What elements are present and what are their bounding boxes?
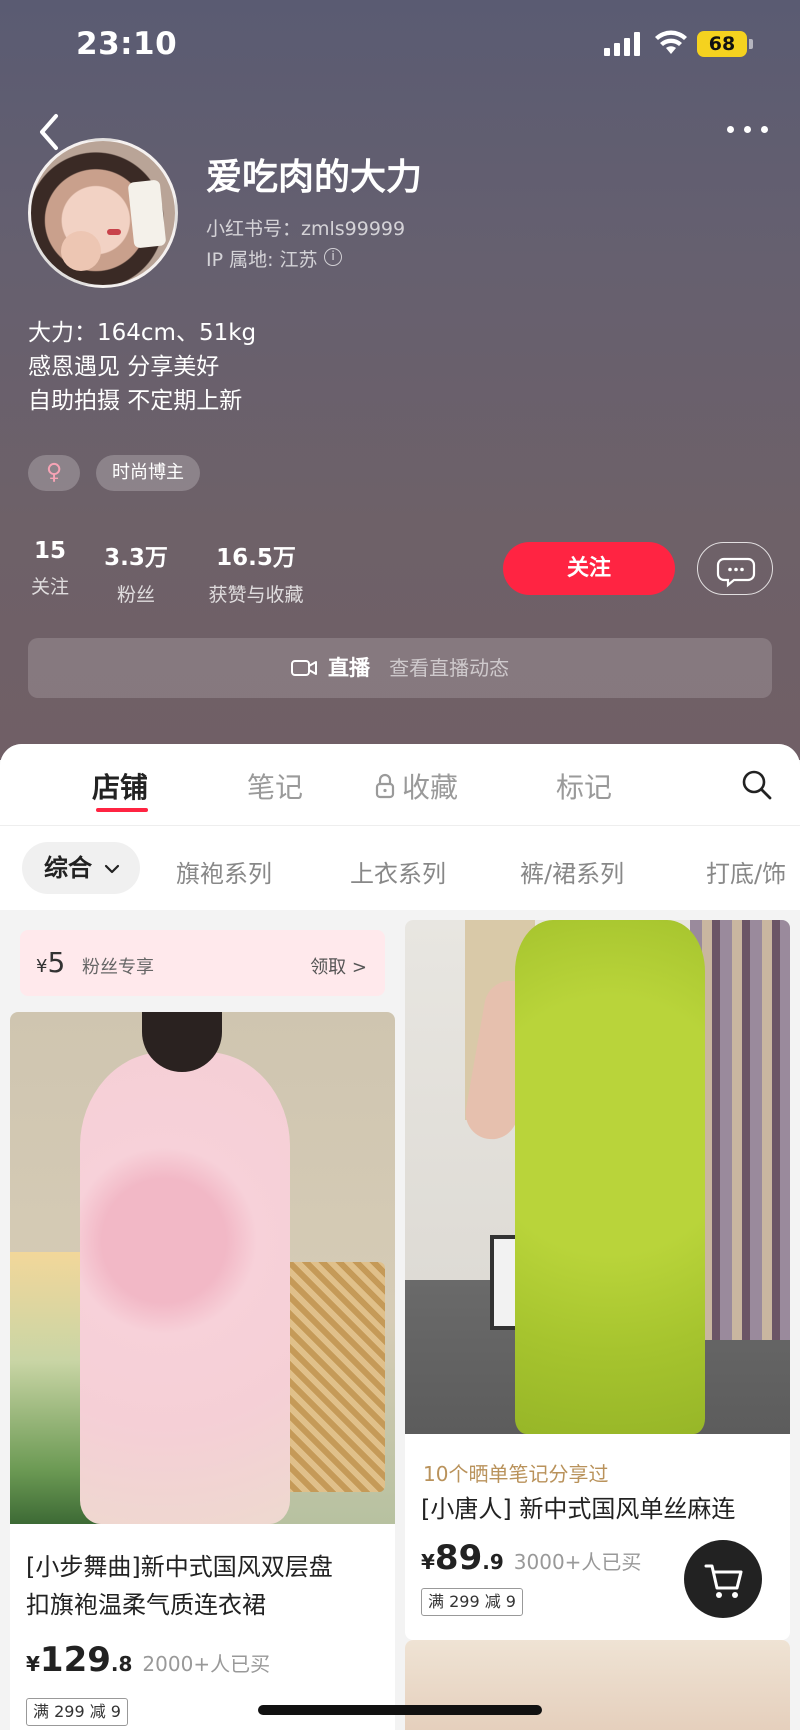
product-price-row: ¥129.8 2000+人已买 [26,1640,270,1680]
content-panel: 店铺 笔记 收藏 标记 综合 旗袍系列 上衣系列 裤/裙系列 打底/饰 ¥5 粉… [0,744,800,1730]
avatar[interactable] [28,138,178,288]
product-title: [小步舞曲]新中式国风双层盘 扣旗袍温柔气质连衣裙 [26,1548,333,1624]
note-share-hint: 10个晒单笔记分享过 [423,1462,609,1486]
product-image [10,1012,395,1524]
coupon-card[interactable]: ¥5 粉丝专享 领取 > [20,930,385,996]
tab-marks[interactable]: 标记 [556,766,612,806]
product-title-line: [小唐人] 新中式国风单丝麻连 [421,1495,736,1523]
info-icon[interactable]: i [324,248,342,266]
video-camera-icon [290,660,317,676]
bio-line: 感恩遇见 分享美好 [28,354,220,380]
status-time: 23:10 [76,26,178,62]
stat-value: 3.3万 [104,545,168,571]
profile-tag: 时尚博主 [96,455,200,491]
stat-label: 获赞与收藏 [208,584,304,606]
filter-sort-dropdown[interactable]: 综合 [22,842,140,894]
filter-active-label: 综合 [44,854,92,882]
search-icon[interactable] [740,768,774,802]
price-currency: ¥ [26,1652,40,1676]
tab-collections[interactable]: 收藏 [402,766,458,806]
message-button[interactable] [697,542,773,595]
price-currency: ¥ [421,1550,435,1574]
stat-likes-collects[interactable]: 16.5万 获赞与收藏 [202,538,310,607]
filter-pants-skirts[interactable]: 裤/裙系列 [520,854,624,889]
signal-icon [604,32,640,56]
filter-bar: 综合 旗袍系列 上衣系列 裤/裙系列 打底/饰 [0,826,800,910]
bio-line: 大力：164cm、51kg [28,320,257,346]
filter-qipao[interactable]: 旗袍系列 [176,854,272,889]
bio-line: 自助拍摄 不定期上新 [28,388,243,414]
promo-tag: 满 299 减 9 [26,1698,128,1726]
tab-underline [96,808,148,812]
stat-value: 16.5万 [216,545,296,571]
product-title-line: [小步舞曲]新中式国风双层盘 [26,1553,333,1581]
profile-name: 爱吃肉的大力 [206,157,423,198]
battery-tip [749,39,753,49]
coupon-amount: ¥5 [36,946,65,979]
lock-icon [375,773,395,799]
coupon-desc: 粉丝专享 [82,957,154,978]
promo-tag: 满 299 减 9 [421,1588,523,1616]
live-bar[interactable]: 直播 查看直播动态 [28,638,772,698]
stat-following[interactable]: 15 关注 [28,538,72,599]
filter-tops[interactable]: 上衣系列 [350,854,446,889]
price-decimal: .8 [110,1652,133,1676]
live-title: 直播 [328,656,370,680]
stat-label: 关注 [30,576,69,598]
product-image [405,1640,790,1730]
profile-ip-location: IP 属地: 江苏 [206,249,318,271]
sold-count: 3000+人已买 [513,1550,642,1574]
stat-followers[interactable]: 3.3万 粉丝 [100,538,172,607]
price-integer: 129 [39,1640,111,1680]
tab-notes[interactable]: 笔记 [247,766,303,806]
profile-bio: 大力：164cm、51kg 感恩遇见 分享美好 自助拍摄 不定期上新 [28,316,256,418]
shopping-cart-icon [704,1564,743,1598]
product-card[interactable] [405,1640,790,1730]
chat-icon [716,557,756,588]
follow-button[interactable]: 关注 [503,542,675,595]
stat-label: 粉丝 [116,584,155,606]
product-title: [小唐人] 新中式国风单丝麻连 [421,1490,735,1528]
tab-shop[interactable]: 店铺 [92,766,148,806]
coupon-value: 5 [47,946,66,979]
product-card[interactable]: 10个晒单笔记分享过 [小唐人] 新中式国风单丝麻连 ¥89.9 3000+人已买… [405,920,790,1640]
sold-count: 2000+人已买 [142,1652,271,1676]
product-image [405,920,790,1434]
price-decimal: .9 [482,1550,504,1574]
female-icon: ♀ [28,455,80,491]
more-options-icon[interactable] [722,118,774,142]
wifi-icon [655,30,687,54]
chevron-down-icon [105,864,120,874]
filter-basics[interactable]: 打底/饰 [706,854,786,889]
product-card[interactable]: [小步舞曲]新中式国风双层盘 扣旗袍温柔气质连衣裙 ¥129.8 2000+人已买… [10,1012,395,1730]
coupon-claim[interactable]: 领取 > [310,953,367,979]
home-indicator [258,1705,542,1715]
product-price-row: ¥89.9 3000+人已买 [421,1538,641,1578]
stat-value: 15 [33,538,66,564]
product-title-line: 扣旗袍温柔气质连衣裙 [26,1591,266,1619]
battery-indicator: 68 [697,31,747,57]
coupon-currency: ¥ [36,956,48,977]
price-integer: 89 [434,1538,483,1578]
profile-red-id: 小红书号：zmls99999 [206,218,406,240]
cart-button[interactable] [684,1540,762,1618]
live-subtitle: 查看直播动态 [389,656,510,680]
tab-bar: 店铺 笔记 收藏 标记 [0,744,800,826]
